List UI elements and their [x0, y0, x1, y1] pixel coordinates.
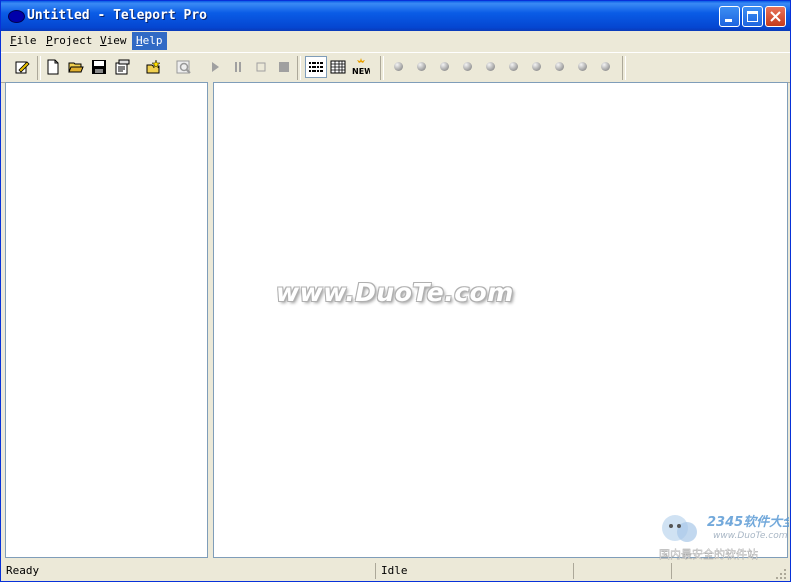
stop-now-icon [279, 62, 289, 72]
status-state: Idle [375, 563, 571, 579]
menu-view[interactable]: View [96, 32, 131, 50]
stop-button[interactable] [252, 58, 270, 76]
resize-grip[interactable] [775, 565, 787, 584]
wizard-button[interactable] [13, 58, 31, 76]
list-view-button[interactable] [305, 56, 327, 78]
pause-button[interactable] [229, 58, 247, 76]
open-icon [68, 62, 84, 73]
browse-button[interactable] [175, 58, 193, 76]
thread-indicator [440, 62, 449, 71]
new-items-label: NEW [352, 67, 370, 76]
new-icon [47, 59, 59, 75]
pause-icon [235, 62, 241, 72]
detail-view-icon [330, 60, 346, 74]
corner-logo-url: www.DuoTe.com [713, 531, 788, 541]
menu-view-label: iew [106, 34, 127, 47]
status-pane-3 [573, 563, 669, 579]
thread-indicator [417, 62, 426, 71]
close-button[interactable] [765, 6, 786, 27]
corner-logo-caption: 国内最安全的软件站 [659, 547, 758, 561]
new-address-button[interactable] [144, 58, 162, 76]
corner-logo-graphic: 2345软件大全 www.DuoTe.com 国内最安全的软件站 [659, 514, 791, 561]
status-pane-4 [671, 563, 767, 579]
resize-grip-icon [776, 569, 786, 579]
save-button[interactable] [90, 58, 108, 76]
app-icon[interactable] [8, 10, 25, 23]
toolbar-separator [380, 56, 384, 80]
toolbar-separator [37, 56, 41, 80]
new-items-icon: NEW [352, 58, 370, 76]
thread-indicator [555, 62, 564, 71]
save-icon [92, 60, 106, 74]
stop-now-button[interactable] [275, 58, 293, 76]
menu-file-accel: F [10, 34, 17, 47]
toolbar-separator [622, 56, 626, 80]
title-bar[interactable]: Untitled - Teleport Pro [1, 1, 790, 31]
thread-indicator [463, 62, 472, 71]
menu-bar: File Project View Help [1, 31, 790, 51]
detail-view-button[interactable] [329, 58, 347, 76]
properties-button[interactable] [113, 58, 131, 76]
start-icon [212, 62, 219, 72]
start-button[interactable] [206, 58, 224, 76]
thread-indicator [486, 62, 495, 71]
close-icon [770, 11, 781, 22]
open-button[interactable] [67, 58, 85, 76]
menu-help[interactable]: Help [132, 32, 167, 50]
thread-indicator [509, 62, 518, 71]
menu-help-accel: H [136, 34, 143, 47]
menu-project-label: roject [52, 34, 93, 47]
browse-icon [176, 60, 191, 74]
list-view-icon [309, 62, 323, 72]
menu-file-label: ile [16, 34, 37, 47]
menu-file[interactable]: File [6, 32, 41, 50]
new-button[interactable] [44, 58, 62, 76]
new-items-button[interactable]: NEW [352, 58, 370, 76]
new-address-icon [146, 59, 161, 74]
status-bar: Ready Idle [1, 561, 790, 581]
app-window: Untitled - Teleport Pro File Project Vie… [0, 0, 791, 582]
status-message: Ready [6, 564, 40, 577]
thread-indicator [532, 62, 541, 71]
menu-project-accel: P [46, 34, 53, 47]
thread-indicator [394, 62, 403, 71]
thread-indicator [601, 62, 610, 71]
project-detail-pane[interactable] [213, 82, 788, 558]
menu-project[interactable]: Project [42, 32, 96, 50]
corner-logo-brand: 2345软件大全 [707, 514, 789, 530]
maximize-button[interactable] [742, 6, 763, 27]
project-tree-pane[interactable] [5, 82, 208, 558]
maximize-icon [747, 11, 758, 22]
toolbar-separator [297, 56, 301, 80]
minimize-icon [725, 19, 732, 22]
stop-icon [256, 62, 266, 72]
menu-help-label: elp [142, 34, 163, 47]
minimize-button[interactable] [719, 6, 740, 27]
wizard-icon [15, 61, 30, 74]
window-title: Untitled - Teleport Pro [27, 8, 208, 23]
menu-view-accel: V [100, 34, 107, 47]
corner-logo: 2345软件大全 www.DuoTe.com 国内最安全的软件站 [651, 506, 791, 566]
properties-icon [115, 59, 130, 75]
watermark-text: www.DuoTe.com [276, 278, 514, 307]
thread-indicator [578, 62, 587, 71]
